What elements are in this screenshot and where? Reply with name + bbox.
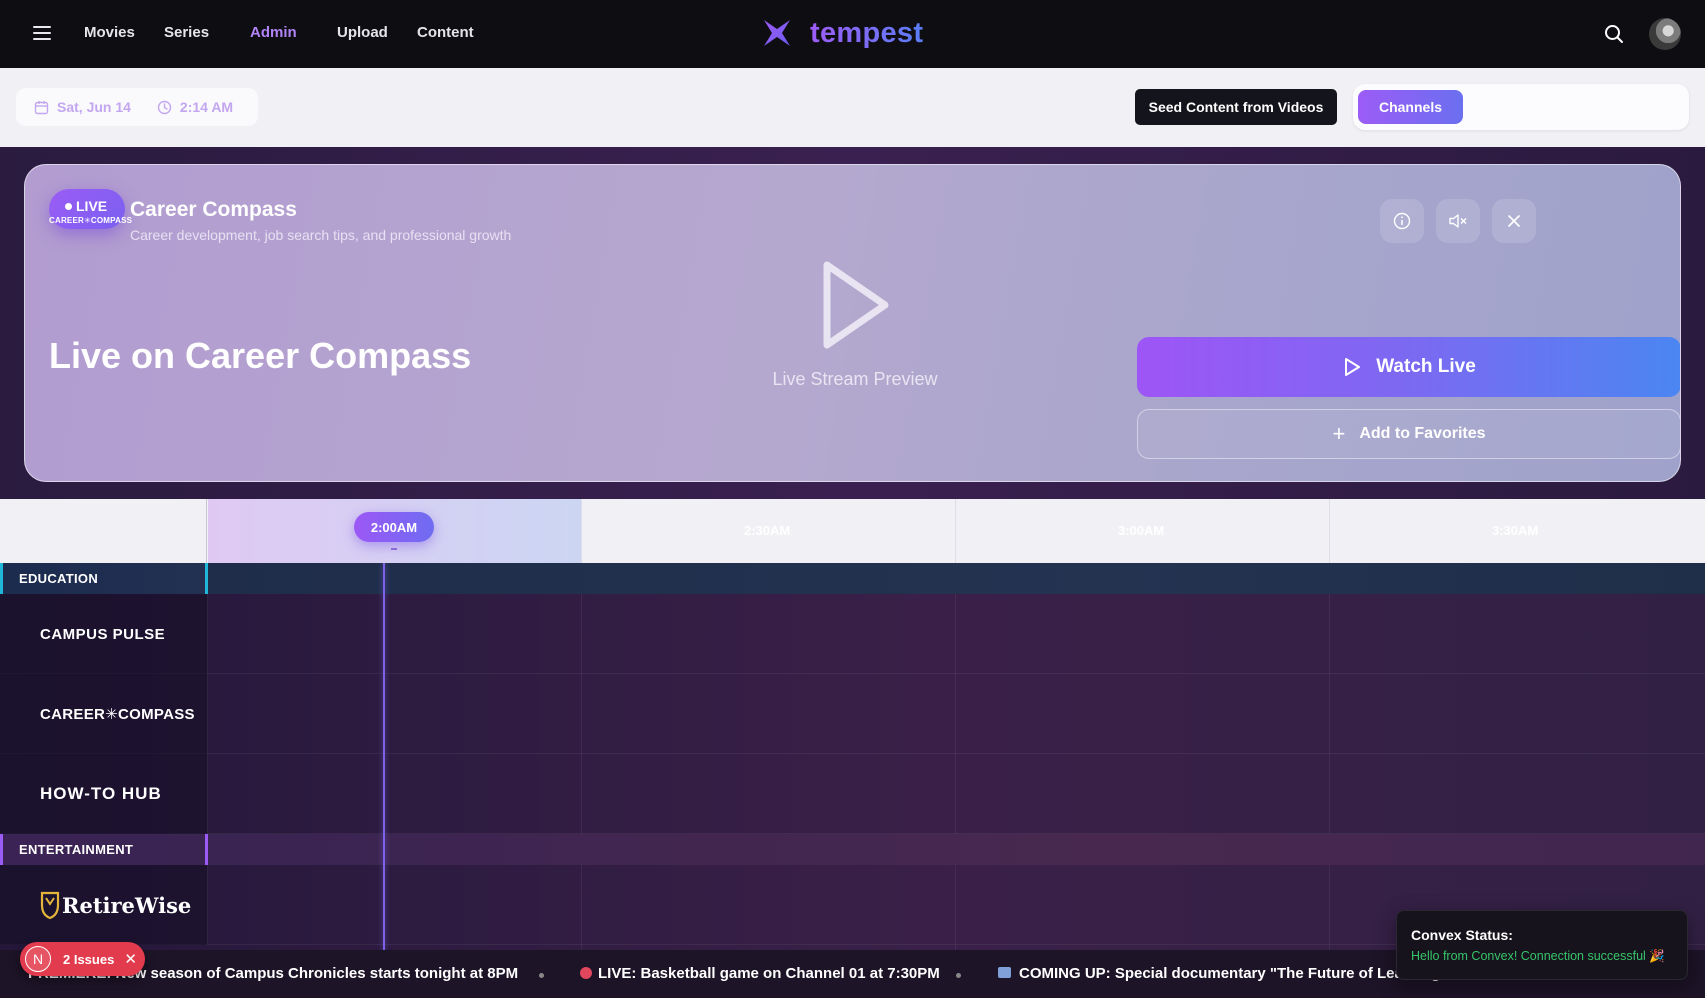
ticker-item[interactable]: COMING UP: Special documentary "The Futu…: [998, 965, 1447, 982]
now-indicator-line: [383, 563, 385, 950]
ticker-separator: [539, 973, 544, 978]
category-label: ENTERTAINMENT: [0, 834, 208, 865]
toolbar: Sat, Jun 14 2:14 AM Seed Content from Vi…: [0, 68, 1705, 147]
date-time-display: Sat, Jun 14 2:14 AM: [16, 88, 258, 126]
add-to-favorites-label: Add to Favorites: [1359, 425, 1486, 442]
brand-logo[interactable]: tempest: [760, 16, 923, 50]
menu-icon[interactable]: [33, 26, 51, 40]
next-logo-icon: N: [25, 946, 51, 972]
live-dot-icon: [65, 203, 72, 210]
slot-divider: [955, 499, 956, 563]
channel-row[interactable]: CAREER✳COMPASS: [0, 674, 1705, 754]
convex-status-toast: Convex Status: Hello from Convex! Connec…: [1396, 910, 1688, 980]
close-icon[interactable]: ✕: [124, 950, 137, 968]
timeline-corner: [0, 499, 207, 563]
time-slot-label: 3:30AM: [1492, 523, 1539, 538]
hero-title: Live on Career Compass: [49, 335, 472, 376]
date-text: Sat, Jun 14: [57, 99, 131, 115]
nav-link-upload[interactable]: Upload: [337, 24, 388, 41]
seed-content-button[interactable]: Seed Content from Videos: [1135, 89, 1337, 125]
channel-logo-campus-pulse[interactable]: CAMPUS PULSE: [0, 594, 208, 674]
info-button[interactable]: [1380, 199, 1424, 243]
live-badge: LIVE: [65, 198, 107, 214]
channel-row[interactable]: HOW-TO HUB: [0, 754, 1705, 834]
ticker-separator: [956, 973, 961, 978]
toast-message: Hello from Convex! Connection successful…: [1411, 949, 1665, 963]
brand-name: tempest: [810, 16, 924, 49]
live-circle-icon: [580, 967, 592, 979]
nav-link-content[interactable]: Content: [417, 24, 474, 41]
view-switcher: Channels: [1353, 84, 1689, 130]
badge-channel-logo: CAREER✳COMPASS: [49, 216, 133, 225]
play-icon: [1345, 358, 1361, 376]
ticker-item[interactable]: LIVE: Basketball game on Channel 01 at 7…: [580, 965, 940, 982]
issues-count: 2 Issues: [63, 951, 115, 967]
top-nav: Movies Series Admin Upload Content tempe…: [0, 0, 1705, 68]
tv-icon: [998, 967, 1011, 978]
shield-icon: [40, 891, 60, 920]
slot-divider: [1329, 499, 1330, 563]
avatar[interactable]: [1649, 18, 1681, 50]
live-stream-preview-label: Live Stream Preview: [772, 369, 938, 389]
slot-divider: [581, 499, 582, 563]
close-hero-button[interactable]: [1492, 199, 1536, 243]
nav-link-admin[interactable]: Admin: [250, 24, 297, 41]
add-to-favorites-button[interactable]: + Add to Favorites: [1137, 409, 1680, 459]
watch-live-button[interactable]: Watch Live: [1137, 337, 1680, 397]
program-guide-grid: EDUCATION CAMPUS PULSE CAREER✳COMPASS HO…: [0, 563, 1705, 950]
close-icon: [1508, 215, 1520, 227]
toast-title: Convex Status:: [1411, 927, 1513, 943]
watch-live-label: Watch Live: [1376, 356, 1476, 377]
info-icon: [1393, 212, 1411, 230]
category-label: EDUCATION: [0, 563, 208, 594]
current-time-tick: [391, 548, 397, 550]
nav-link-movies[interactable]: Movies: [84, 24, 135, 41]
nav-link-series[interactable]: Series: [164, 24, 209, 41]
issues-badge[interactable]: N 2 Issues ✕: [20, 942, 145, 976]
logo-mark-icon: [764, 20, 790, 46]
hero-channel-description: Career development, job search tips, and…: [130, 227, 512, 243]
search-icon[interactable]: [1604, 24, 1624, 44]
channel-logo-how-to-hub[interactable]: HOW-TO HUB: [0, 754, 208, 834]
plus-icon: +: [1332, 421, 1346, 446]
time-slot-label: 2:30AM: [744, 523, 791, 538]
time-text: 2:14 AM: [179, 99, 234, 115]
mute-button[interactable]: [1436, 199, 1480, 243]
hero-card: LIVE CAREER✳COMPASS Career Compass Caree…: [24, 164, 1681, 482]
hero-channel-name: Career Compass: [130, 198, 297, 221]
clock-icon: [157, 100, 172, 114]
time-slot-label: 3:00AM: [1118, 523, 1165, 538]
category-band: [208, 563, 1705, 594]
volume-muted-icon: [1449, 214, 1467, 228]
channel-logo-career-compass[interactable]: CAREER✳COMPASS: [0, 674, 208, 754]
category-band: [208, 834, 1705, 865]
channels-button[interactable]: Channels: [1358, 90, 1463, 124]
timeline-header: 2:30AM 3:00AM 3:30AM 2:00AM: [0, 499, 1705, 563]
calendar-icon: [34, 100, 49, 114]
play-icon[interactable]: [815, 257, 895, 353]
channel-row[interactable]: CAMPUS PULSE: [0, 594, 1705, 674]
category-row-education: EDUCATION: [0, 563, 1705, 594]
channel-logo-retirewise[interactable]: RetireWise: [0, 865, 208, 945]
current-time-marker: 2:00AM: [354, 512, 434, 542]
category-row-entertainment: ENTERTAINMENT: [0, 834, 1705, 865]
